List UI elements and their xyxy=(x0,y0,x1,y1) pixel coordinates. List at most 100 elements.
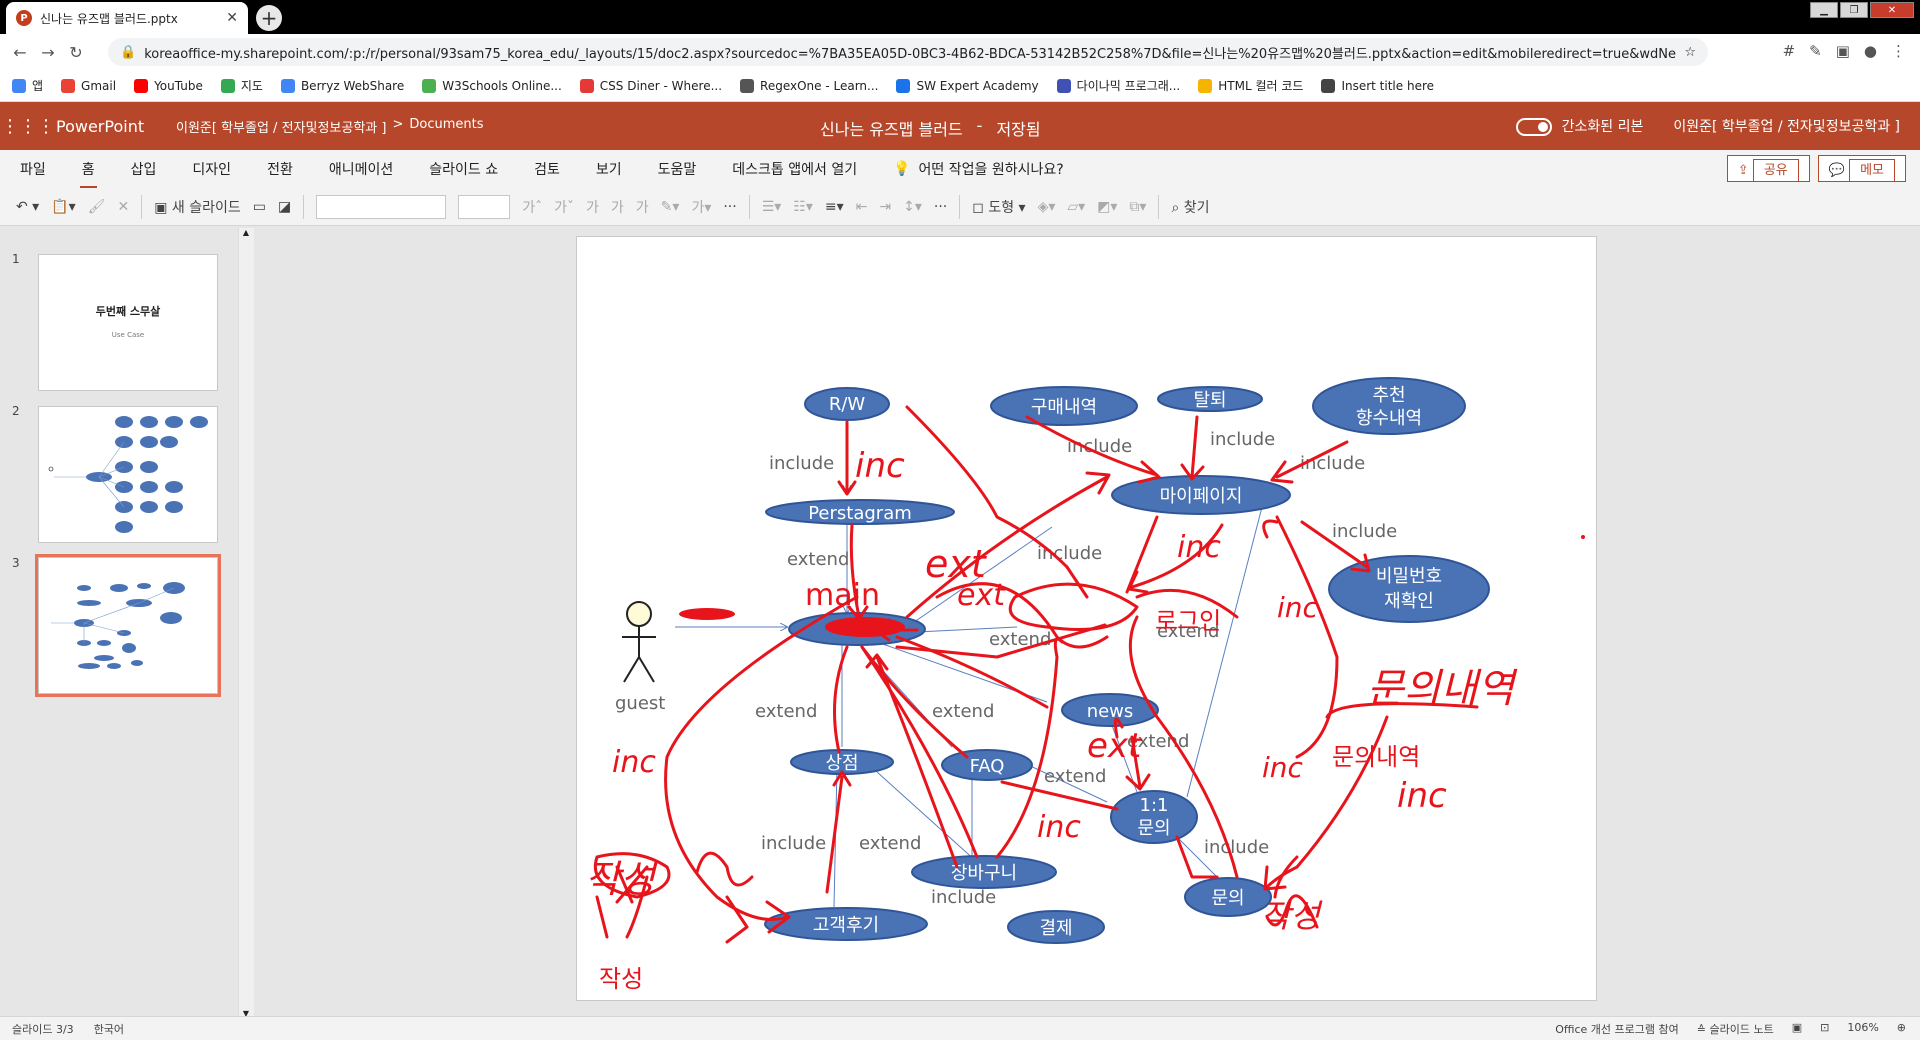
line-spacing-icon[interactable]: ↕▾ xyxy=(903,199,922,215)
url-field[interactable]: 🔒 koreaoffice-my.sharepoint.com/:p:/r/pe… xyxy=(108,38,1708,66)
normal-view-icon[interactable]: ▣ xyxy=(1792,1021,1802,1037)
ink-inc-label: inc xyxy=(1037,810,1081,845)
tell-me-search[interactable]: 💡 어떤 작업을 원하시나요? xyxy=(893,159,1064,179)
ribbon-tab[interactable]: 슬라이드 쇼 xyxy=(429,159,498,179)
ink-write-label: 작성 xyxy=(585,857,659,901)
zoom-level[interactable]: 106% xyxy=(1847,1021,1878,1037)
shapes-button[interactable]: ◻ 도형 ▾ xyxy=(972,197,1025,217)
document-title-area[interactable]: 신나는 유즈맵 블러드 - 저장됨 xyxy=(820,116,1041,140)
user-name[interactable]: 이원준[ 학부졸업 / 전자및정보공학과 ] xyxy=(1673,116,1900,136)
edge-label-extend: extend xyxy=(859,833,921,854)
app-launcher-icon[interactable]: ⋮⋮⋮ xyxy=(0,116,56,137)
align-icon[interactable]: ≡▾ xyxy=(825,199,844,215)
shape-fill-icon[interactable]: ◈▾ xyxy=(1038,199,1056,215)
notes-button[interactable]: ≙ 슬라이드 노트 xyxy=(1697,1021,1774,1037)
language-indicator[interactable]: 한국어 xyxy=(94,1021,124,1037)
slide-thumbnail-1[interactable]: 두번째 스무살 Use Case xyxy=(38,254,218,391)
ribbon-tab[interactable]: 검토 xyxy=(534,159,560,179)
profile-icon[interactable]: ● xyxy=(1864,42,1877,60)
ink-write-label: 작성 xyxy=(599,965,643,993)
app-name[interactable]: PowerPoint xyxy=(56,117,176,136)
quick-styles-icon[interactable]: ◩▾ xyxy=(1097,199,1117,215)
font-color-icon[interactable]: 가▾ xyxy=(691,197,711,217)
actor-guest[interactable] xyxy=(622,601,656,683)
ribbon-tab[interactable]: 디자인 xyxy=(192,159,231,179)
bookmark-item[interactable]: CSS Diner - Where... xyxy=(579,78,722,93)
new-slide-button[interactable]: ▣ 새 슬라이드 xyxy=(154,197,241,217)
close-window-button[interactable]: ✕ xyxy=(1870,2,1914,18)
numbering-icon[interactable]: ☷▾ xyxy=(793,199,813,215)
ribbon-tab[interactable]: 삽입 xyxy=(131,159,157,179)
thumbnail-scrollbar[interactable]: ▲ ▼ xyxy=(238,228,254,1018)
paste-icon[interactable]: 📋▾ xyxy=(51,199,75,215)
font-size-dropdown[interactable] xyxy=(458,194,511,219)
ribbon-tab[interactable]: 애니메이션 xyxy=(329,159,393,179)
maximize-button[interactable]: ❐ xyxy=(1840,2,1868,18)
bullets-icon[interactable]: ☰▾ xyxy=(762,199,782,215)
slide-canvas[interactable]: include extend include include include i… xyxy=(576,236,1597,1001)
bookmark-item[interactable]: SW Expert Academy xyxy=(896,78,1039,93)
increase-indent-icon[interactable]: ⇥ xyxy=(879,199,891,215)
more-icon[interactable]: ··· xyxy=(934,199,947,215)
slide-thumbnail-3[interactable] xyxy=(35,554,221,697)
close-tab-icon[interactable]: ✕ xyxy=(226,10,238,26)
highlight-icon[interactable]: ✎▾ xyxy=(661,199,680,215)
ribbon-tab[interactable]: 보기 xyxy=(596,159,622,179)
ribbon-tab[interactable]: 데스크톱 앱에서 열기 xyxy=(732,159,857,179)
ribbon-tab[interactable]: 전환 xyxy=(267,159,293,179)
decrease-indent-icon[interactable]: ⇤ xyxy=(856,199,868,215)
breadcrumb-folder[interactable]: Documents xyxy=(409,117,483,136)
fit-to-window-icon[interactable]: ⊕ xyxy=(1897,1021,1906,1037)
undo-icon[interactable]: ↶ ▾ xyxy=(16,199,39,215)
comment-button[interactable]: 💬 메모 xyxy=(1817,155,1906,182)
bold-icon[interactable]: 가 xyxy=(586,197,599,217)
shrink-font-icon[interactable]: 가ˇ xyxy=(554,197,574,217)
delete-icon[interactable]: ✕ xyxy=(117,199,129,215)
back-icon[interactable]: ← xyxy=(6,43,34,62)
layout-icon[interactable]: ▭ xyxy=(253,199,266,215)
star-icon[interactable]: ☆ xyxy=(1684,45,1696,60)
more-icon[interactable]: ⋮ xyxy=(1891,42,1906,60)
extension-icon[interactable]: ▣ xyxy=(1836,42,1850,60)
shape-outline-icon[interactable]: ▱▾ xyxy=(1067,199,1085,215)
bookmark-item[interactable]: HTML 컬러 코드 xyxy=(1198,77,1303,94)
scroll-up-icon[interactable]: ▲ xyxy=(239,228,253,237)
breadcrumb-user[interactable]: 이원준[ 학부졸업 / 전자및정보공학과 ] xyxy=(176,117,386,136)
bookmark-item[interactable]: Insert title here xyxy=(1321,78,1434,93)
ribbon-tab[interactable]: 도움말 xyxy=(658,159,697,179)
bookmark-favicon-icon xyxy=(422,78,437,93)
ribbon-tab[interactable]: 홈 xyxy=(79,159,97,189)
document-title[interactable]: 신나는 유즈맵 블러드 xyxy=(820,116,963,140)
grow-font-icon[interactable]: 가ˆ xyxy=(522,197,542,217)
bookmark-item[interactable]: YouTube xyxy=(134,78,203,93)
ribbon-tab[interactable]: 파일 xyxy=(20,159,46,179)
reload-icon[interactable]: ↻ xyxy=(62,43,90,62)
extension-icon[interactable]: # xyxy=(1783,42,1796,60)
arrange-icon[interactable]: ⧉▾ xyxy=(1129,199,1146,215)
bookmark-item[interactable]: 다이나믹 프로그래... xyxy=(1056,77,1180,94)
bookmark-item[interactable]: 지도 xyxy=(220,77,263,94)
underline-icon[interactable]: 가 xyxy=(636,197,649,217)
more-icon[interactable]: ··· xyxy=(723,199,736,215)
new-tab-button[interactable]: + xyxy=(256,5,282,31)
bookmark-item[interactable]: Gmail xyxy=(61,78,116,93)
extension-icon[interactable]: ✎ xyxy=(1809,42,1822,60)
italic-icon[interactable]: 가 xyxy=(611,197,624,217)
font-family-dropdown[interactable] xyxy=(316,194,447,219)
bookmark-item[interactable]: RegexOne - Learn... xyxy=(740,78,878,93)
thumbnail-subtitle: Use Case xyxy=(111,331,145,339)
browser-tab[interactable]: P 신나는 유즈맵 블러드.pptx ✕ xyxy=(6,2,248,34)
design-icon[interactable]: ◪ xyxy=(278,199,291,215)
bookmark-item[interactable]: Berryz WebShare xyxy=(280,78,404,93)
slide-thumbnail-2[interactable] xyxy=(38,406,218,543)
minimize-button[interactable]: ▁ xyxy=(1810,2,1838,18)
bookmark-item[interactable]: W3Schools Online... xyxy=(422,78,562,93)
reading-view-icon[interactable]: ⊡ xyxy=(1820,1021,1829,1037)
share-button[interactable]: ⇪ 공유 xyxy=(1726,155,1810,182)
bookmark-item[interactable]: 앱 xyxy=(12,77,43,94)
simplified-ribbon-toggle[interactable]: 간소화된 리본 xyxy=(1515,116,1643,136)
format-painter-icon[interactable]: 🖌 xyxy=(88,199,106,215)
forward-icon[interactable]: → xyxy=(34,43,62,62)
improve-program-link[interactable]: Office 개선 프로그램 참여 xyxy=(1555,1021,1679,1037)
find-button[interactable]: ⌕ 찾기 xyxy=(1171,197,1209,217)
